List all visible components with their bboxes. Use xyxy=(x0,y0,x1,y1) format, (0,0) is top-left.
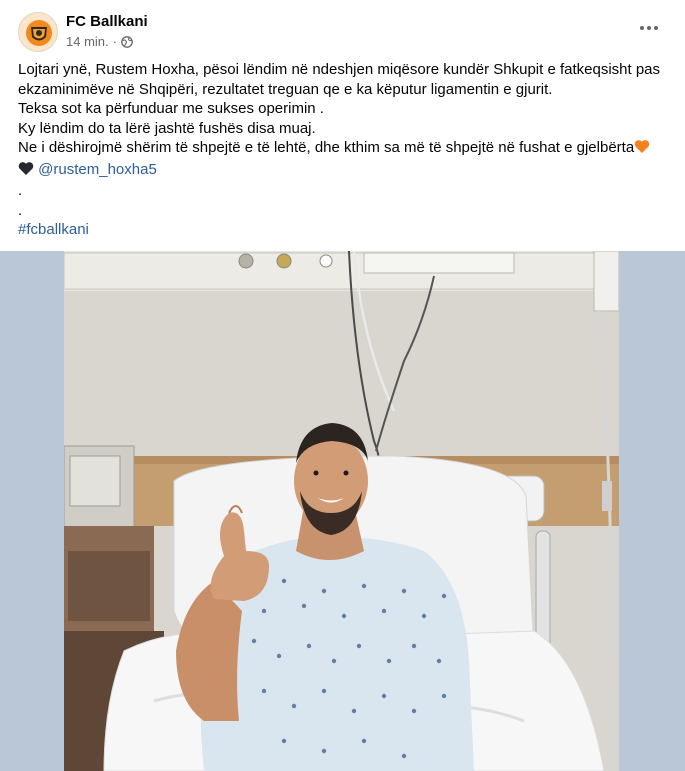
post-line: Lojtari ynë, Rustem Hoxha, pësoi lëndim … xyxy=(18,61,661,78)
post-line: Ne i dëshirojmë shërim të shpejtë e të l… xyxy=(18,139,635,156)
mention-link[interactable]: @rustem_hoxha5 xyxy=(38,161,157,178)
hashtag-link[interactable]: #fcballkani xyxy=(18,221,89,238)
post-meta: 14 min. · xyxy=(66,34,133,49)
post-photo[interactable] xyxy=(64,251,619,771)
mention-line: @rustem_hoxha5 xyxy=(18,160,670,182)
page-name-link[interactable]: FC Ballkani xyxy=(66,13,148,30)
post-line: Teksa sot ka përfunduar me sukses operim… xyxy=(18,100,324,117)
more-options-icon[interactable] xyxy=(637,18,661,38)
post-line: Ky lëndim do ta lërë jashtë fushës disa … xyxy=(18,119,316,137)
post-timestamp[interactable]: 14 min. xyxy=(66,34,109,49)
page-avatar[interactable] xyxy=(18,12,58,52)
post-line: ekzaminimëve në Shqipëri, rezultatet tre… xyxy=(18,80,553,98)
fc-ballkani-crest-icon xyxy=(19,13,57,51)
post-line-with-emoji: Ne i dëshirojmë shërim të shpejtë e të l… xyxy=(18,138,670,160)
post-photo-container xyxy=(0,251,685,771)
facebook-post: FC Ballkani 14 min. · Lojtari ynë, Ruste… xyxy=(0,0,685,771)
dot-line: . xyxy=(18,201,23,219)
black-heart-icon xyxy=(18,161,34,182)
meta-separator: · xyxy=(112,34,117,49)
globe-icon[interactable] xyxy=(121,35,133,48)
post-header: FC Ballkani 14 min. · xyxy=(0,0,685,56)
dot-line: . xyxy=(18,182,23,199)
post-text: Lojtari ynë, Rustem Hoxha, pësoi lëndim … xyxy=(18,60,670,240)
orange-heart-icon xyxy=(634,139,650,160)
